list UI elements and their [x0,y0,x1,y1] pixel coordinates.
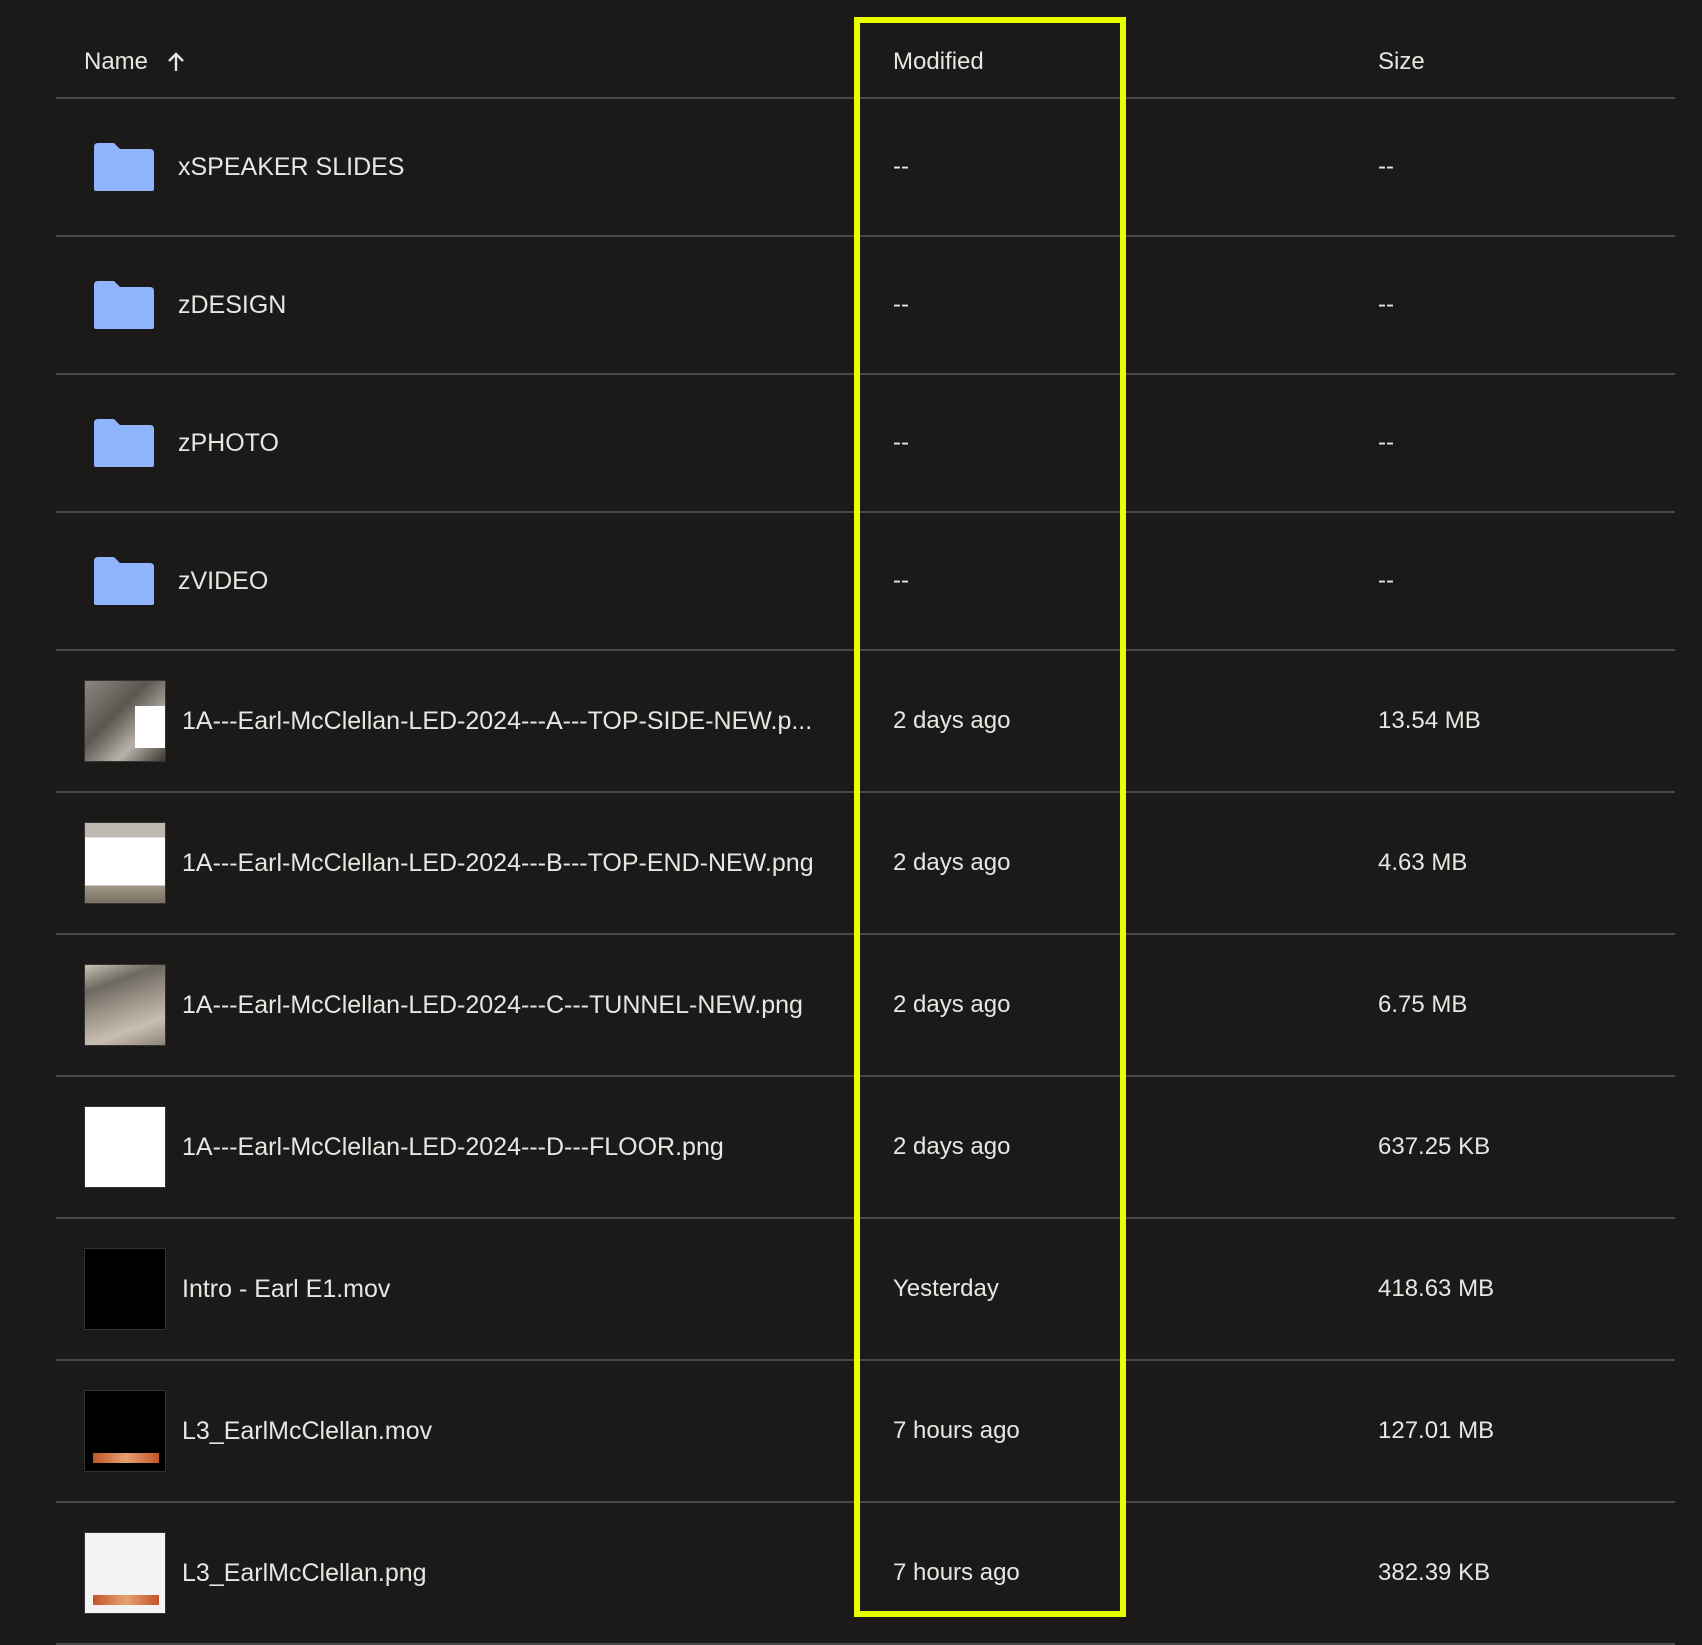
name-cell: 1A---Earl-McClellan-LED-2024---C---TUNNE… [84,935,803,1075]
folder-icon [94,143,154,191]
file-name[interactable]: 1A---Earl-McClellan-LED-2024---A---TOP-S… [182,707,812,736]
modified-cell: 7 hours ago [893,1559,1020,1586]
modified-cell: -- [893,291,909,318]
modified-cell: 2 days ago [893,707,1011,734]
file-name[interactable]: zVIDEO [178,567,268,596]
table-row[interactable]: L3_EarlMcClellan.mov 7 hours ago 127.01 … [56,1361,1675,1503]
table-row[interactable]: zDESIGN -- -- [56,237,1675,375]
file-name[interactable]: Intro - Earl E1.mov [182,1275,390,1304]
file-thumbnail [84,1106,166,1188]
file-name[interactable]: xSPEAKER SLIDES [178,153,404,182]
name-cell: Intro - Earl E1.mov [84,1219,390,1359]
modified-cell: 2 days ago [893,991,1011,1018]
table-row[interactable]: 1A---Earl-McClellan-LED-2024---A---TOP-S… [56,651,1675,793]
file-thumbnail [84,680,166,762]
table-row[interactable]: xSPEAKER SLIDES -- -- [56,99,1675,237]
modified-column-header[interactable]: Modified [893,48,984,76]
name-cell: zDESIGN [84,237,286,373]
modified-cell: 2 days ago [893,1133,1011,1160]
modified-cell: 7 hours ago [893,1417,1020,1444]
name-cell: L3_EarlMcClellan.mov [84,1361,432,1501]
file-name[interactable]: L3_EarlMcClellan.png [182,1559,427,1588]
file-thumbnail [84,1390,166,1472]
folder-icon [94,281,154,329]
size-cell: 127.01 MB [1378,1417,1495,1444]
name-cell: L3_EarlMcClellan.png [84,1503,427,1643]
name-cell: 1A---Earl-McClellan-LED-2024---D---FLOOR… [84,1077,724,1217]
table-row[interactable]: 1A---Earl-McClellan-LED-2024---D---FLOOR… [56,1077,1675,1219]
modified-cell: 2 days ago [893,849,1011,876]
folder-icon [94,419,154,467]
table-row[interactable]: zPHOTO -- -- [56,375,1675,513]
name-cell: zVIDEO [84,513,268,649]
name-cell: zPHOTO [84,375,279,511]
name-header-label: Name [84,48,149,75]
size-cell: 4.63 MB [1378,849,1468,876]
size-cell: -- [1378,153,1394,180]
table-row[interactable]: 1A---Earl-McClellan-LED-2024---B---TOP-E… [56,793,1675,935]
table-row[interactable]: L3_EarlMcClellan.png 7 hours ago 382.39 … [56,1503,1675,1645]
file-name[interactable]: 1A---Earl-McClellan-LED-2024---D---FLOOR… [182,1133,724,1162]
size-cell: 13.54 MB [1378,707,1481,734]
name-cell: 1A---Earl-McClellan-LED-2024---B---TOP-E… [84,793,814,933]
size-cell: 6.75 MB [1378,991,1468,1018]
file-name[interactable]: zPHOTO [178,429,279,458]
modified-cell: -- [893,429,909,456]
size-cell: -- [1378,429,1394,456]
file-thumbnail [84,1532,166,1614]
file-name[interactable]: 1A---Earl-McClellan-LED-2024---B---TOP-E… [182,849,814,878]
table-row[interactable]: zVIDEO -- -- [56,513,1675,651]
file-thumbnail [84,964,166,1046]
file-name[interactable]: zDESIGN [178,291,286,320]
size-cell: 637.25 KB [1378,1133,1491,1160]
size-cell: -- [1378,567,1394,594]
size-cell: -- [1378,291,1394,318]
table-row[interactable]: Intro - Earl E1.mov Yesterday 418.63 MB [56,1219,1675,1361]
name-cell: xSPEAKER SLIDES [84,99,404,235]
name-column-header[interactable]: Name [84,48,186,76]
file-thumbnail [84,822,166,904]
size-column-header[interactable]: Size [1378,48,1425,76]
name-cell: 1A---Earl-McClellan-LED-2024---A---TOP-S… [84,651,812,791]
arrow-up-icon[interactable] [166,51,186,73]
modified-cell: -- [893,153,909,180]
folder-icon [94,557,154,605]
file-name[interactable]: 1A---Earl-McClellan-LED-2024---C---TUNNE… [182,991,803,1020]
size-cell: 418.63 MB [1378,1275,1495,1302]
size-cell: 382.39 KB [1378,1559,1491,1586]
file-name[interactable]: L3_EarlMcClellan.mov [182,1417,432,1446]
modified-cell: Yesterday [893,1275,999,1302]
file-table: Name Modified Size xSPEAKER SLIDES -- --… [56,0,1675,1645]
file-thumbnail [84,1248,166,1330]
modified-cell: -- [893,567,909,594]
table-row[interactable]: 1A---Earl-McClellan-LED-2024---C---TUNNE… [56,935,1675,1077]
table-header: Name Modified Size [56,0,1675,99]
